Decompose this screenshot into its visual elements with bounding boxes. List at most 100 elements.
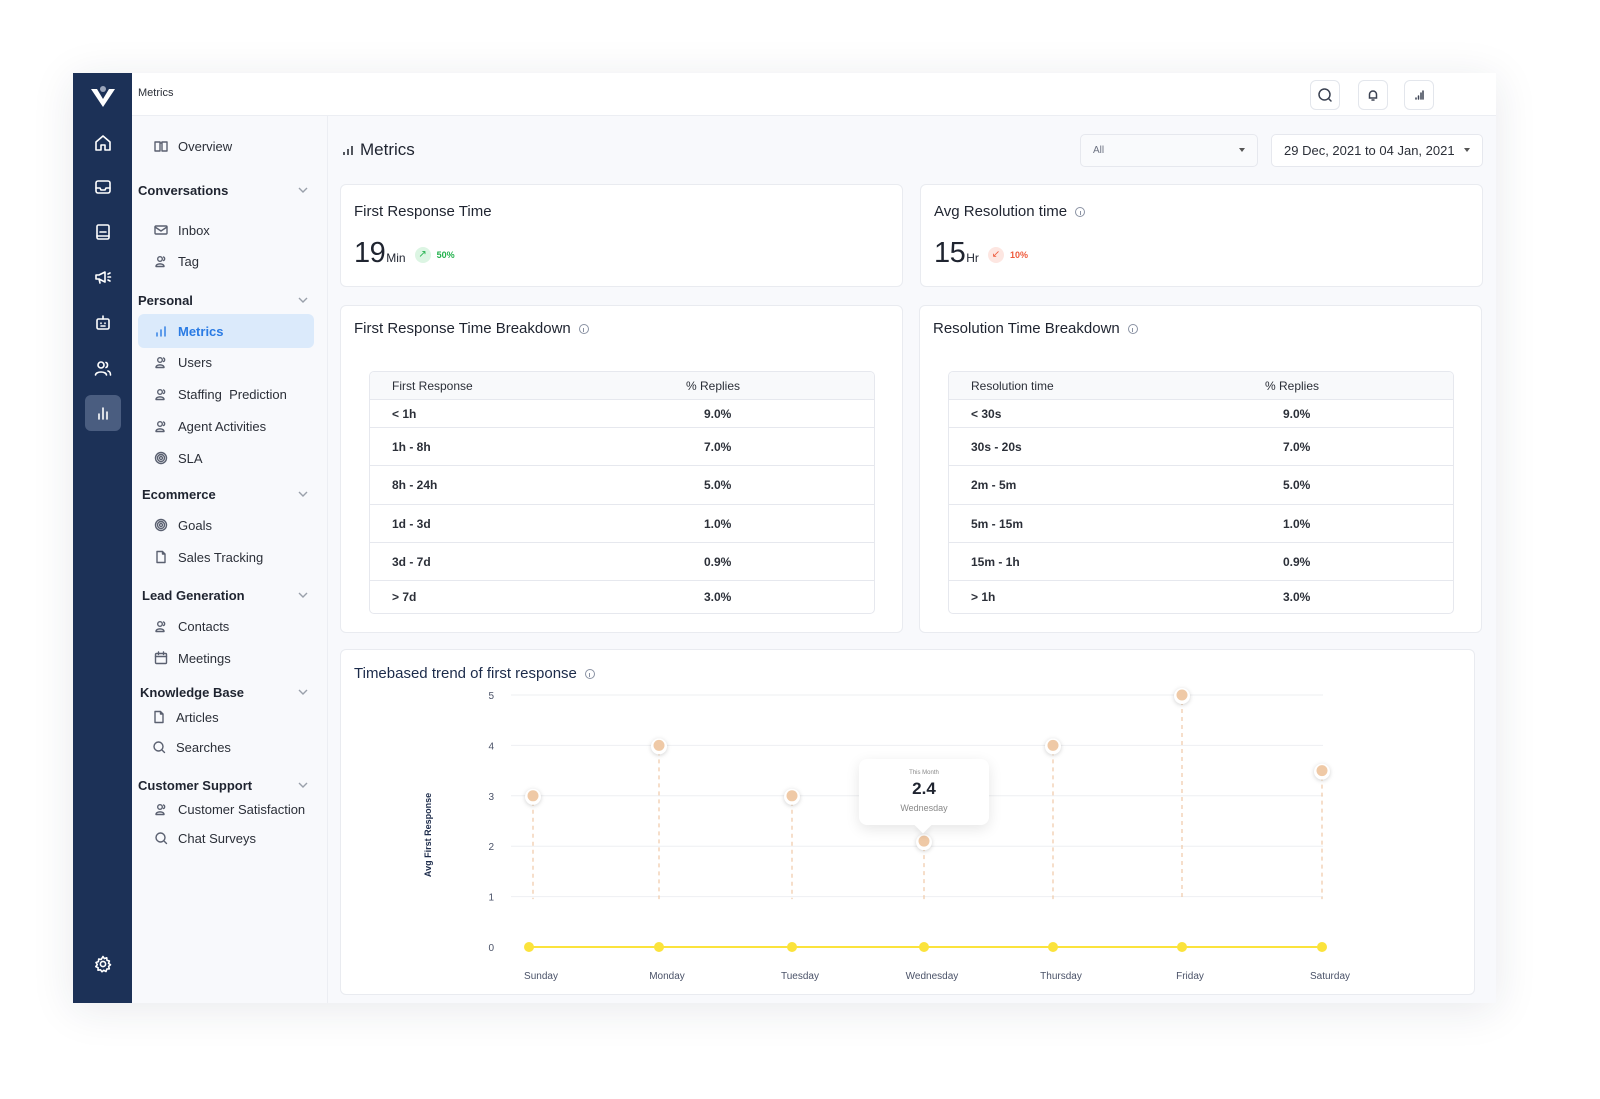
y-tick-label: 4	[488, 741, 494, 752]
rail-campaigns[interactable]	[85, 259, 121, 295]
app-window: Metrics TT Overview Conversations Inbox …	[73, 73, 1496, 1003]
sidebar-section-lead-generation[interactable]: Lead Generation	[138, 584, 314, 606]
card-title: Resolution Time Breakdown	[933, 320, 1138, 337]
table-cell: 7.0%	[1249, 428, 1453, 466]
date-range-select[interactable]: 29 Dec, 2021 to 04 Jan, 2021	[1271, 134, 1483, 167]
baseline-point	[524, 942, 534, 952]
data-point	[786, 790, 798, 802]
bell-icon	[1368, 90, 1378, 101]
sidebar-item-agent-activities[interactable]: Agent Activities	[138, 409, 314, 443]
table-cell: 9.0%	[670, 400, 874, 428]
search-icon	[1318, 88, 1332, 102]
arrow-down-left-icon: ↙	[987, 246, 1004, 263]
table-row: 5m - 15m 1.0%	[949, 505, 1453, 543]
column-header: % Replies	[670, 372, 874, 400]
mail-icon	[154, 225, 168, 235]
rail-contacts[interactable]	[85, 350, 121, 386]
sidebar-item-chat-surveys[interactable]: Chat Surveys	[138, 821, 314, 855]
table-row: 3d - 7d 0.9%	[370, 543, 874, 581]
search-icon	[155, 832, 168, 845]
rail-knowledge[interactable]	[85, 214, 121, 250]
search-button[interactable]	[1310, 80, 1340, 110]
sidebar-item-label: Overview	[178, 138, 233, 154]
sidebar-item-overview[interactable]: Overview	[138, 129, 314, 163]
kpi-unit: Min	[386, 251, 406, 265]
sidebar-item-searches[interactable]: Searches	[138, 730, 314, 764]
baseline-point	[919, 942, 929, 952]
table-cell: 8h - 24h	[370, 466, 670, 505]
sidebar-item-staffing-prediction[interactable]: Staffing Prediction	[138, 377, 314, 411]
table-cell: 1h - 8h	[370, 428, 670, 466]
sidebar-item-inbox[interactable]: Inbox	[138, 213, 314, 247]
logo[interactable]	[89, 83, 117, 111]
sidebar-item-users[interactable]: Users	[138, 345, 314, 379]
x-tick-label: Thursday	[1040, 971, 1082, 982]
sidebar-item-contacts[interactable]: Contacts	[138, 609, 314, 643]
sidebar-section-personal[interactable]: Personal	[138, 289, 314, 311]
sidebar-item-meetings[interactable]: Meetings	[138, 641, 314, 675]
baseline-point	[654, 942, 664, 952]
target-icon	[154, 518, 168, 532]
section-title: Knowledge Base	[140, 684, 245, 700]
table-cell: 30s - 20s	[949, 428, 1249, 466]
sidebar: Overview Conversations Inbox Tag Persona…	[132, 116, 328, 1003]
x-tick-label: Monday	[649, 971, 685, 982]
sidebar-section-conversations[interactable]: Conversations	[138, 179, 314, 201]
users-icon	[155, 256, 166, 268]
chevron-down-icon	[298, 782, 308, 788]
sidebar-item-tag[interactable]: Tag	[138, 244, 314, 278]
chart-icon	[156, 326, 166, 337]
sidebar-item-sales-tracking[interactable]: Sales Tracking	[138, 540, 314, 574]
trend-badge: ↙ 10%	[987, 246, 1028, 263]
sidebar-item-label: Customer Satisfaction	[178, 801, 306, 817]
trend-chart-card: Timebased trend of first response 012345…	[340, 649, 1475, 995]
users-icon	[155, 804, 166, 816]
file-icon	[154, 710, 164, 724]
sidebar-item-label: Staffing Prediction	[178, 386, 287, 402]
card-title: First Response Time Breakdown	[354, 320, 589, 337]
table-cell: < 1h	[370, 400, 670, 428]
section-title: Personal	[138, 292, 193, 308]
info-icon[interactable]	[578, 323, 589, 334]
tooltip-label: This Month	[909, 770, 939, 777]
rail-bots[interactable]	[85, 305, 121, 341]
info-icon[interactable]	[1127, 323, 1138, 334]
y-axis-label: Avg First Response	[423, 793, 433, 877]
chevron-down-icon	[298, 689, 308, 695]
chart-icon	[98, 407, 108, 420]
x-tick-label: Friday	[1176, 971, 1204, 982]
section-title: Lead Generation	[142, 587, 245, 603]
sidebar-section-ecommerce[interactable]: Ecommerce	[138, 483, 314, 505]
table-row: 2m - 5m 5.0%	[949, 466, 1453, 505]
rail-metrics[interactable]	[85, 395, 121, 431]
column-header: First Response	[370, 372, 670, 400]
signal-button[interactable]	[1404, 80, 1434, 110]
file-icon	[156, 550, 166, 564]
sidebar-item-goals[interactable]: Goals	[138, 508, 314, 542]
table-cell: 0.9%	[670, 543, 874, 581]
rail-settings[interactable]	[85, 946, 121, 982]
table-row: 15m - 1h 0.9%	[949, 543, 1453, 581]
sidebar-item-metrics[interactable]: Metrics	[138, 314, 314, 348]
notifications-button[interactable]	[1358, 80, 1388, 110]
rail-inbox[interactable]	[85, 169, 121, 205]
filter-select[interactable]: All	[1080, 134, 1258, 167]
sidebar-item-sla[interactable]: SLA	[138, 441, 314, 475]
breadcrumb: Metrics	[138, 87, 174, 99]
y-tick-label: 0	[488, 943, 494, 954]
baseline-point	[1177, 942, 1187, 952]
y-tick-label: 5	[488, 691, 494, 702]
chevron-down-icon	[298, 187, 308, 193]
y-tick-label: 3	[488, 792, 494, 803]
table-cell: 9.0%	[1249, 400, 1453, 428]
users-icon	[155, 357, 166, 369]
chevron-down-icon	[298, 592, 308, 598]
chart-icon	[343, 146, 353, 155]
info-icon[interactable]	[1075, 206, 1086, 217]
table-cell: 1.0%	[1249, 505, 1453, 543]
rail-home[interactable]	[85, 125, 121, 161]
resolution-breakdown-card: Resolution Time Breakdown Resolution tim…	[919, 305, 1482, 633]
kpi-card-avg-resolution: Avg Resolution time 15 Hr ↙ 10%	[920, 184, 1483, 287]
sidebar-item-articles[interactable]: Articles	[138, 700, 314, 734]
inbox-icon	[95, 180, 111, 194]
